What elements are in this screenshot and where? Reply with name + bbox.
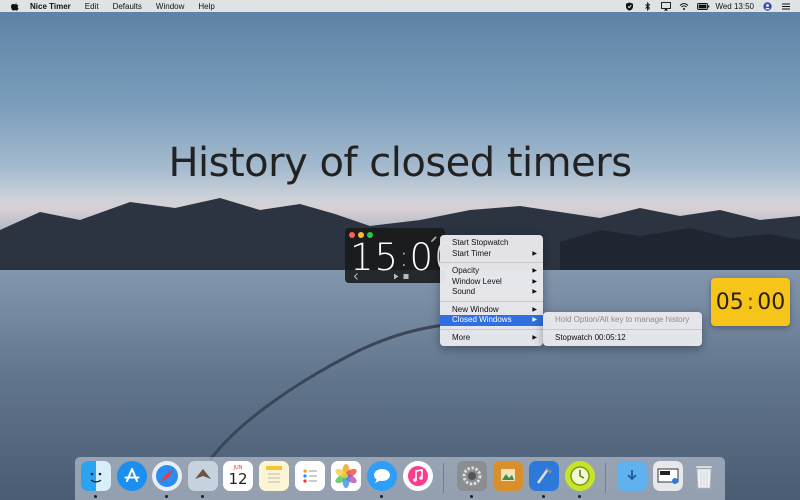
- mail-eagle-icon[interactable]: [188, 461, 218, 491]
- bluetooth-icon[interactable]: [643, 1, 652, 11]
- menu-separator: [440, 328, 543, 330]
- play-icon[interactable]: [393, 273, 399, 282]
- menu-item-start-timer[interactable]: Start Timer ▶: [440, 249, 543, 260]
- submenu-arrow-icon: ▶: [532, 250, 537, 257]
- trash-icon[interactable]: [689, 461, 719, 491]
- menu-item-label: Sound: [452, 287, 476, 296]
- airplay-icon[interactable]: [661, 1, 672, 11]
- shield-icon[interactable]: [625, 2, 634, 11]
- context-menu: Start Stopwatch Start Timer ▶ Opacity ▶ Wi…: [440, 235, 543, 346]
- running-indicator: [165, 495, 168, 498]
- menu-item-more[interactable]: More ▶: [440, 333, 543, 344]
- menu-separator: [543, 328, 702, 330]
- desktop: Nice Timer Edit Defaults Window Help Wed…: [0, 0, 800, 500]
- closed-windows-submenu: Hold Option/Alt key to manage history St…: [543, 312, 702, 346]
- menu-item-opacity[interactable]: Opacity ▶: [440, 266, 543, 277]
- headline-text: History of closed timers: [168, 140, 632, 186]
- finder-icon[interactable]: [81, 461, 111, 491]
- menu-item-label: Window Level: [452, 276, 502, 286]
- menu-edit[interactable]: Edit: [85, 2, 99, 11]
- running-indicator: [201, 495, 204, 498]
- wifi-icon[interactable]: [679, 2, 689, 11]
- submenu-arrow-icon: ▶: [532, 278, 537, 285]
- menu-item-label: Start Timer: [452, 248, 492, 258]
- stop-icon[interactable]: [403, 273, 409, 282]
- running-indicator: [380, 495, 383, 498]
- timer-window[interactable]: 15:00: [345, 228, 458, 283]
- app-store-icon[interactable]: [117, 461, 147, 491]
- submenu-item-label: Stopwatch 00:05:12: [555, 332, 626, 342]
- menu-item-label: Opacity: [452, 266, 480, 275]
- yellow-timer-window[interactable]: 05:00: [711, 278, 790, 326]
- menu-separator: [440, 300, 543, 302]
- submenu-item-stopwatch[interactable]: Stopwatch 00:05:12: [543, 333, 702, 344]
- running-indicator: [578, 495, 581, 498]
- running-indicator: [470, 495, 473, 498]
- dock-divider: [443, 463, 444, 493]
- calendar-day: 12: [228, 470, 248, 488]
- menu-item-label: Closed Windows: [452, 315, 512, 324]
- submenu-arrow-icon: ▶: [532, 289, 537, 295]
- timer-colon: :: [399, 240, 410, 273]
- menu-defaults[interactable]: Defaults: [113, 2, 142, 11]
- user-avatar-icon[interactable]: [763, 1, 772, 11]
- yellow-timer-colon: :: [746, 289, 755, 315]
- menu-item-start-stopwatch[interactable]: Start Stopwatch: [440, 238, 543, 249]
- dock: JUN 12: [75, 457, 725, 500]
- submenu-arrow-icon: ▶: [532, 317, 537, 323]
- submenu-hint-label: Hold Option/Alt key to manage history: [555, 315, 690, 324]
- battery-icon[interactable]: [697, 2, 710, 11]
- preview-icon[interactable]: [493, 461, 523, 491]
- menu-item-label: Start Stopwatch: [452, 238, 509, 247]
- itunes-icon[interactable]: [403, 461, 433, 491]
- screenshot-stack-icon[interactable]: [653, 461, 683, 491]
- safari-icon[interactable]: [152, 461, 182, 491]
- menu-help[interactable]: Help: [198, 2, 214, 11]
- menubar-status-area: Wed 13:50: [625, 0, 790, 12]
- calendar-icon[interactable]: JUN 12: [223, 461, 253, 491]
- running-indicator: [94, 495, 97, 498]
- reminders-icon[interactable]: [295, 461, 325, 491]
- dock-divider: [605, 463, 606, 493]
- submenu-arrow-icon: ▶: [532, 268, 537, 274]
- nice-timer-icon[interactable]: [565, 461, 595, 491]
- yellow-timer-seconds: 00: [757, 289, 786, 315]
- downloads-folder-icon[interactable]: [617, 461, 647, 491]
- menu-item-label: New Window: [452, 304, 499, 314]
- notes-icon[interactable]: [259, 461, 289, 491]
- chevron-left-icon[interactable]: [353, 273, 359, 282]
- yellow-timer-minutes: 05: [715, 289, 744, 315]
- running-indicator: [542, 495, 545, 498]
- menu-item-closed-windows[interactable]: Closed Windows ▶: [440, 315, 543, 326]
- menu-item-label: More: [452, 332, 471, 342]
- menu-item-sound[interactable]: Sound ▶: [440, 287, 543, 298]
- menu-bar: Nice Timer Edit Defaults Window Help Wed…: [0, 0, 800, 12]
- submenu-arrow-icon: ▶: [532, 334, 537, 341]
- menu-item-new-window[interactable]: New Window ▶: [440, 305, 543, 316]
- system-preferences-icon[interactable]: [457, 461, 487, 491]
- menu-separator: [440, 262, 543, 263]
- apple-menu-icon[interactable]: [10, 1, 20, 11]
- submenu-hint: Hold Option/Alt key to manage history: [543, 315, 702, 326]
- menu-window[interactable]: Window: [156, 2, 184, 11]
- photos-icon[interactable]: [331, 461, 361, 491]
- menubar-clock[interactable]: Wed 13:50: [715, 2, 754, 11]
- notification-center-icon[interactable]: [781, 2, 790, 11]
- app-name-menu[interactable]: Nice Timer: [30, 2, 71, 11]
- messages-icon[interactable]: [367, 461, 397, 491]
- submenu-arrow-icon: ▶: [532, 306, 537, 313]
- menu-item-window-level[interactable]: Window Level ▶: [440, 277, 543, 288]
- xcode-icon[interactable]: [529, 461, 559, 491]
